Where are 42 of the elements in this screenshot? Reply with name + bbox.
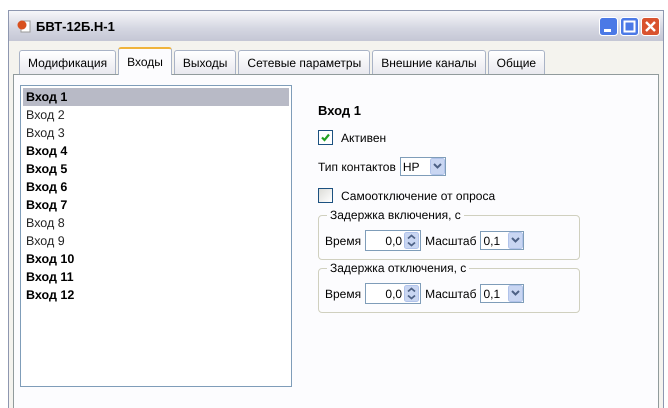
tab[interactable]: Внешние каналы [372, 50, 486, 74]
tab[interactable]: Сетевые параметры [238, 50, 370, 74]
list-item[interactable]: Вход 12 [23, 286, 289, 304]
spin-field[interactable]: 0,0 [365, 230, 422, 251]
app-icon [17, 19, 31, 33]
list-item[interactable]: Вход 4 [23, 142, 289, 160]
checkbox[interactable] [318, 130, 333, 145]
maximize-icon[interactable] [620, 16, 639, 36]
checkbox-label: Активен [341, 130, 386, 144]
tab[interactable]: Модификация [19, 50, 116, 74]
field-label: Масштаб [425, 234, 476, 248]
spinner-arrows-icon[interactable] [404, 285, 420, 302]
list-item[interactable]: Вход 8 [23, 214, 289, 232]
group-title: Задержка отключения, с [327, 261, 470, 275]
close-icon[interactable] [641, 16, 660, 36]
checkbox[interactable] [318, 188, 333, 203]
list-item[interactable]: Вход 9 [23, 232, 289, 250]
window-title: БВТ-12Б.Н-1 [36, 18, 116, 34]
spin-field[interactable]: 0,0 [365, 283, 422, 304]
field-label: Тип контактов [318, 160, 396, 174]
spinner-arrows-icon[interactable] [404, 232, 420, 249]
field-label: Время [325, 286, 362, 300]
list-item[interactable]: Вход 7 [23, 196, 289, 214]
list-item[interactable]: Вход 3 [23, 124, 289, 142]
dropdown[interactable]: НР [400, 157, 446, 176]
tab[interactable]: Выходы [174, 50, 236, 74]
group-title: Задержка включения, с [327, 208, 464, 222]
list-item[interactable]: Вход 11 [23, 268, 289, 286]
dropdown[interactable]: 0,1 [480, 284, 524, 303]
list-item[interactable]: Вход 5 [23, 160, 289, 178]
dropdown[interactable]: 0,1 [480, 231, 524, 250]
tab[interactable]: Общие [488, 50, 546, 74]
list-item[interactable]: Вход 2 [23, 106, 289, 124]
minimize-icon[interactable] [599, 16, 618, 36]
list-item[interactable]: Вход 1 [23, 88, 289, 106]
field-label: Время [325, 234, 362, 248]
field-label: Масштаб [425, 286, 476, 300]
list-item[interactable]: Вход 6 [23, 178, 289, 196]
list-item[interactable]: Вход 10 [23, 250, 289, 268]
checkbox-label: Самоотключение от опроса [341, 188, 496, 202]
tab[interactable]: Входы [118, 47, 172, 75]
section-heading: Вход 1 [318, 103, 362, 118]
